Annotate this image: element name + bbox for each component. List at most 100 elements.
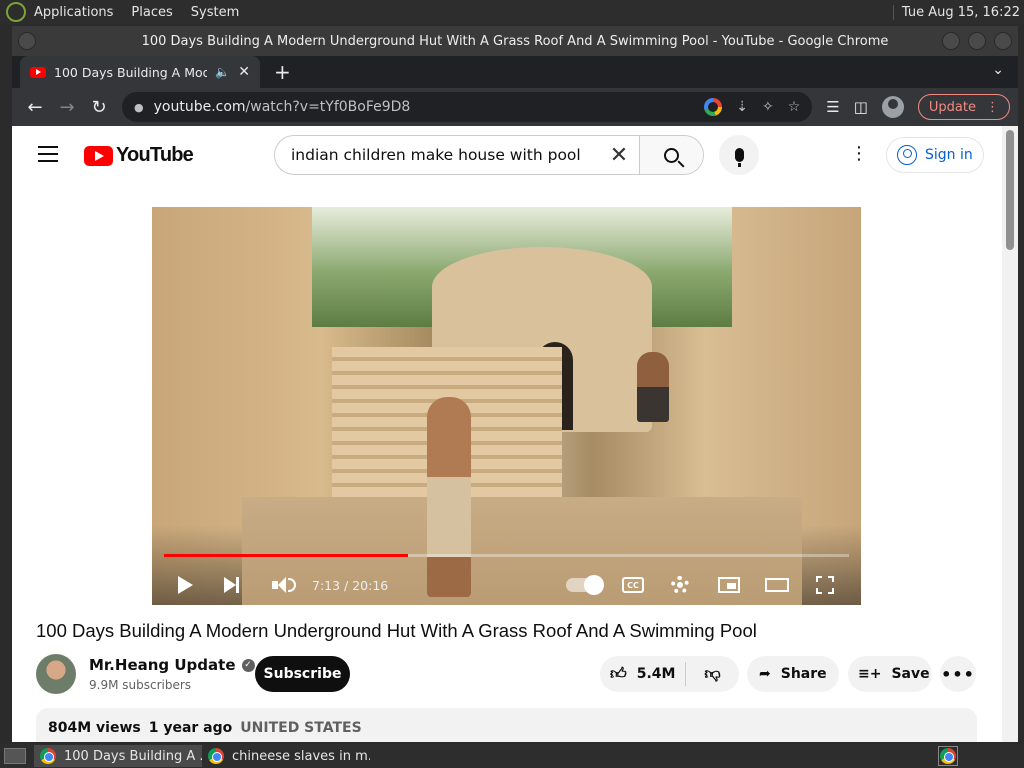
video-player[interactable]: 7:13 / 20:16 CC bbox=[152, 207, 861, 605]
thumbs-up-icon: 👍︎ bbox=[610, 664, 627, 683]
tab-youtube[interactable]: 100 Days Building A Moder 🔈 ✕ bbox=[20, 56, 260, 88]
search-box: indian children make house with pool ✕ bbox=[274, 135, 704, 175]
maximize-button[interactable] bbox=[968, 32, 986, 50]
install-app-icon[interactable]: ⇣ bbox=[736, 99, 748, 115]
taskbar-item-youtube[interactable]: 100 Days Building A ... bbox=[34, 745, 202, 767]
fullscreen-button[interactable] bbox=[816, 575, 834, 595]
verified-check-icon: ✓ bbox=[241, 658, 255, 672]
tab-strip: 100 Days Building A Moder 🔈 ✕ + ⌄ bbox=[12, 56, 1018, 88]
progress-played bbox=[164, 554, 408, 557]
bookmark-star-icon[interactable]: ☆ bbox=[788, 99, 801, 115]
subscribe-button[interactable]: Subscribe bbox=[255, 656, 350, 692]
youtube-wordmark: YouTube bbox=[116, 144, 194, 166]
chrome-icon bbox=[940, 748, 956, 764]
search-icon bbox=[664, 147, 679, 163]
close-window-button[interactable] bbox=[994, 32, 1012, 50]
settings-button[interactable] bbox=[671, 575, 689, 595]
site-info-icon[interactable]: ● bbox=[134, 101, 144, 114]
youtube-page: YouTube indian children make house with … bbox=[12, 126, 1018, 742]
taskbar-item-label: chineese slaves in m... bbox=[232, 748, 370, 764]
chrome-menu-icon: ⋮ bbox=[986, 99, 999, 115]
browser-toolbar: ← → ↻ ● youtube.com/watch?v=tYf0BoFe9D8 … bbox=[12, 88, 1018, 126]
forward-button[interactable]: → bbox=[52, 92, 82, 122]
search-button[interactable] bbox=[639, 136, 703, 174]
next-icon bbox=[224, 577, 239, 593]
chrome-icon bbox=[40, 748, 56, 764]
update-label: Update bbox=[928, 99, 976, 115]
url-text[interactable]: youtube.com/watch?v=tYf0BoFe9D8 bbox=[154, 99, 411, 115]
clear-search-icon[interactable]: ✕ bbox=[599, 136, 639, 174]
like-button[interactable]: 👍︎ 5.4M bbox=[600, 662, 686, 686]
autoplay-toggle[interactable] bbox=[566, 575, 604, 595]
share-button[interactable]: ➦ Share bbox=[747, 656, 839, 692]
upload-country: UNITED STATES bbox=[240, 720, 362, 736]
reload-button[interactable]: ↻ bbox=[84, 92, 114, 122]
share-arrow-icon: ➦ bbox=[759, 666, 771, 682]
upload-date: 1 year ago bbox=[148, 720, 233, 736]
subscriber-count: 9.9M subscribers bbox=[89, 678, 192, 692]
browser-window: 100 Days Building A Modern Underground H… bbox=[12, 26, 1018, 742]
page-scrollbar[interactable] bbox=[1002, 126, 1018, 742]
tab-audio-icon[interactable]: 🔈 bbox=[215, 65, 230, 79]
voice-search-button[interactable] bbox=[719, 135, 759, 175]
tray-chrome-icon[interactable] bbox=[938, 746, 958, 766]
miniplayer-button[interactable] bbox=[718, 575, 740, 595]
scrollbar-thumb[interactable] bbox=[1006, 130, 1014, 250]
back-button[interactable]: ← bbox=[20, 92, 50, 122]
save-button[interactable]: ≡+ Save bbox=[848, 656, 932, 692]
miniplayer-icon bbox=[718, 577, 740, 593]
sign-in-button[interactable]: Sign in bbox=[886, 137, 984, 173]
share-page-icon[interactable]: ✧ bbox=[762, 99, 774, 115]
google-lens-icon[interactable] bbox=[704, 98, 723, 116]
youtube-play-icon bbox=[84, 145, 113, 166]
playlist-add-icon: ≡+ bbox=[858, 666, 882, 682]
youtube-logo[interactable]: YouTube bbox=[84, 144, 194, 167]
side-panel-icon[interactable]: ◫ bbox=[854, 98, 868, 116]
chrome-icon bbox=[208, 748, 224, 764]
update-button[interactable]: Update ⋮ bbox=[917, 94, 1010, 120]
search-input[interactable]: indian children make house with pool bbox=[275, 136, 599, 174]
theater-mode-button[interactable] bbox=[765, 575, 789, 595]
clock[interactable]: Tue Aug 15, 16:22 bbox=[892, 4, 1020, 20]
view-count: 804M views bbox=[48, 720, 141, 736]
like-dislike-group: 👍︎ 5.4M 👎︎ bbox=[600, 656, 739, 692]
address-bar[interactable]: ● youtube.com/watch?v=tYf0BoFe9D8 ⇣ ✧ ☆ bbox=[122, 92, 813, 122]
volume-icon bbox=[272, 577, 296, 593]
description-box[interactable]: 804M views 1 year ago UNITED STATES bbox=[36, 708, 977, 742]
settings-menu-icon[interactable]: ⋮ bbox=[850, 144, 868, 164]
progress-bar[interactable] bbox=[164, 554, 849, 557]
show-desktop-button[interactable] bbox=[4, 748, 26, 764]
mute-button[interactable] bbox=[272, 575, 296, 595]
window-menu-icon[interactable] bbox=[18, 32, 36, 50]
applications-menu[interactable]: Applications bbox=[34, 5, 113, 20]
play-button[interactable] bbox=[178, 575, 193, 595]
channel-name-link[interactable]: Mr.Heang Update ✓ bbox=[89, 656, 255, 674]
microphone-icon bbox=[734, 148, 744, 167]
channel-avatar[interactable] bbox=[36, 654, 76, 694]
distro-logo-icon[interactable] bbox=[6, 2, 26, 22]
minimize-button[interactable] bbox=[942, 32, 960, 50]
places-menu[interactable]: Places bbox=[131, 5, 172, 20]
tab-close-icon[interactable]: ✕ bbox=[238, 64, 250, 80]
desktop-top-panel: Applications Places System Tue Aug 15, 1… bbox=[0, 0, 1024, 24]
theater-icon bbox=[765, 578, 789, 592]
system-menu[interactable]: System bbox=[191, 5, 239, 20]
desktop-taskbar: 100 Days Building A ... chineese slaves … bbox=[0, 744, 1024, 768]
profile-avatar-icon[interactable] bbox=[881, 96, 904, 118]
youtube-favicon-icon bbox=[30, 66, 46, 78]
fullscreen-icon bbox=[816, 576, 834, 594]
save-label: Save bbox=[891, 666, 930, 682]
guide-menu-icon[interactable] bbox=[38, 146, 58, 167]
taskbar-item-chrome-2[interactable]: chineese slaves in m... bbox=[202, 745, 370, 767]
channel-name: Mr.Heang Update bbox=[89, 656, 236, 674]
more-actions-button[interactable]: ••• bbox=[940, 656, 976, 692]
next-button[interactable] bbox=[224, 575, 239, 595]
new-tab-button[interactable]: + bbox=[274, 56, 291, 88]
window-titlebar[interactable]: 100 Days Building A Modern Underground H… bbox=[12, 26, 1018, 56]
tab-search-chevron-icon[interactable]: ⌄ bbox=[992, 62, 1004, 78]
subtitles-button[interactable]: CC bbox=[622, 575, 644, 595]
player-controls: 7:13 / 20:16 CC bbox=[152, 565, 861, 605]
media-controls-icon[interactable]: ☰ bbox=[826, 98, 839, 116]
dislike-button[interactable]: 👎︎ bbox=[686, 664, 739, 684]
account-icon bbox=[897, 145, 917, 165]
